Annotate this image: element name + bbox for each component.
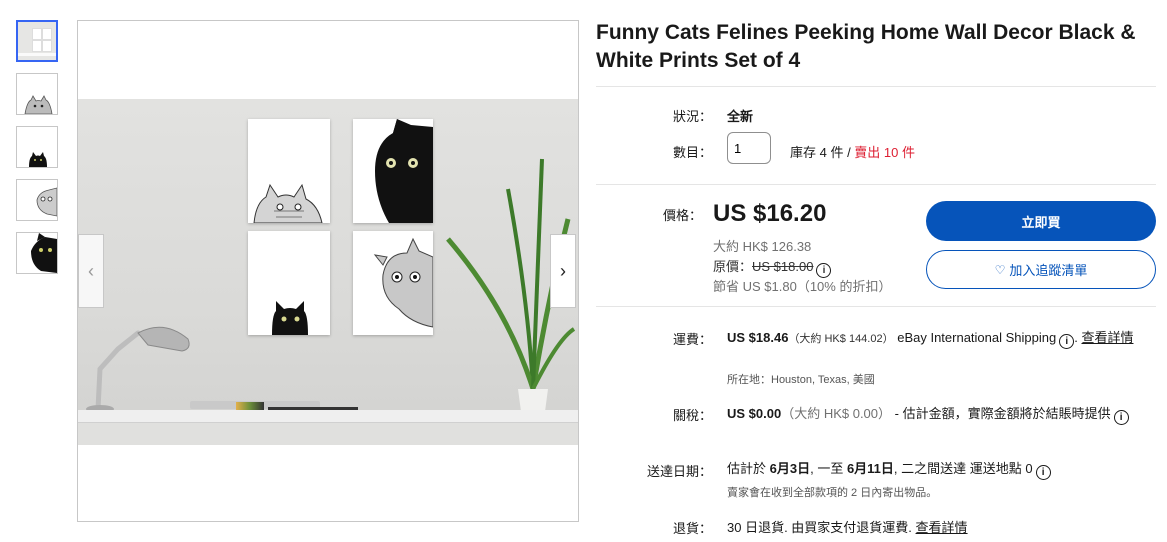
dispatch-note: 賣家會在收到全部款項的 2 日內寄出物品。 <box>727 487 938 499</box>
returns-text: 30 日退貨. 由買家支付退貨運費. <box>727 520 912 535</box>
shipping-see-details-link[interactable]: 查看詳情 <box>1081 330 1133 345</box>
chevron-left-icon: ‹ <box>88 260 94 281</box>
delivery-date-end: 6月11日 <box>846 461 894 476</box>
price-approx: 大約 HK$ 126.38 <box>713 239 812 254</box>
print-black-kitten <box>248 231 330 335</box>
print-grey-cat <box>353 231 433 335</box>
delivery-info: 估計於 6月3日, 一至 6月11日, 二之間送達 運送地點 0i <box>727 460 1051 480</box>
original-price-value: US $18.00 <box>752 259 814 274</box>
sold-count[interactable]: 賣出 10 件 <box>854 145 915 160</box>
condition-value: 全新 <box>727 109 754 124</box>
product-title: Funny Cats Felines Peeking Home Wall Dec… <box>596 21 1136 72</box>
quantity-label: 數目： <box>672 145 712 160</box>
price-value: US $16.20 <box>713 200 827 227</box>
chevron-right-icon: › <box>560 260 566 281</box>
price-label: 價格： <box>662 208 702 223</box>
info-icon[interactable]: i <box>1059 334 1075 349</box>
stock-info: 庫存 4 件 / 賣出 10 件 <box>790 142 915 161</box>
heart-icon: ♡ <box>994 262 1006 277</box>
divider <box>596 306 1156 307</box>
main-product-image[interactable]: ‹ › <box>77 20 579 522</box>
returns-label: 退貨： <box>672 521 712 536</box>
prev-image-button[interactable]: ‹ <box>78 234 104 308</box>
info-icon[interactable]: i <box>1113 410 1129 425</box>
tax-info: US $0.00（大約 HK$ 0.00） - 估計金額，實際金額將於結賬時提供… <box>727 404 1147 425</box>
shipping-approx: （大約 HK$ 144.02） <box>788 333 894 345</box>
shipping-info: US $18.46（大約 HK$ 144.02） eBay Internatio… <box>727 330 1134 349</box>
tax-value: US $0.00 <box>727 406 782 421</box>
info-icon[interactable]: i <box>1035 465 1051 480</box>
thumbnail-3[interactable] <box>16 126 58 168</box>
shipping-label: 運費： <box>672 332 712 347</box>
original-price-label: 原價： <box>713 259 753 274</box>
shipping-service: eBay International Shipping <box>897 330 1057 345</box>
original-price: 原價：US $18.00 i <box>713 256 832 278</box>
divider <box>596 184 1156 185</box>
delivery-date-start: 6月3日 <box>769 461 811 476</box>
print-black-cat <box>353 119 433 223</box>
buy-now-label: 立即買 <box>1021 214 1061 230</box>
thumbnail-2[interactable] <box>16 73 58 115</box>
thumbnail-1[interactable] <box>16 20 58 62</box>
returns-see-details-link[interactable]: 查看詳情 <box>916 520 968 535</box>
shipping-cost: US $18.46 <box>727 330 789 345</box>
delivery-pre: 估計於 <box>727 461 770 476</box>
tax-note: - 估計金額，實際金額將於結賬時提供 <box>894 406 1111 421</box>
condition-label: 狀況： <box>672 109 712 124</box>
product-photo <box>78 99 578 445</box>
buy-now-button[interactable]: 立即買 <box>926 201 1156 241</box>
quantity-input[interactable] <box>727 132 771 164</box>
delivery-label: 送達日期： <box>646 464 712 479</box>
delivery-mid: , 一至 <box>810 461 847 476</box>
returns-info: 30 日退貨. 由買家支付退貨運費. 查看詳情 <box>727 517 968 536</box>
item-location: 所在地：Houston, Texas, 美國 <box>727 374 875 386</box>
thumbnail-5[interactable] <box>16 232 58 274</box>
divider <box>596 86 1156 87</box>
tax-approx: （大約 HK$ 0.00） <box>781 406 892 421</box>
add-to-watchlist-button[interactable]: ♡ 加入追蹤清單 <box>926 250 1156 289</box>
watchlist-label: 加入追蹤清單 <box>1009 263 1088 278</box>
thumbnail-strip <box>16 20 62 285</box>
savings-text: 節省 US $1.80（10% 的折扣） <box>713 279 892 294</box>
thumbnail-4[interactable] <box>16 179 58 221</box>
print-cat-peeking <box>248 119 330 223</box>
tax-label: 關稅： <box>672 408 712 423</box>
delivery-post: , 二之間送達 運送地點 0 <box>893 461 1033 476</box>
stock-count: 庫存 4 件 / <box>790 145 855 160</box>
next-image-button[interactable]: › <box>550 234 576 308</box>
